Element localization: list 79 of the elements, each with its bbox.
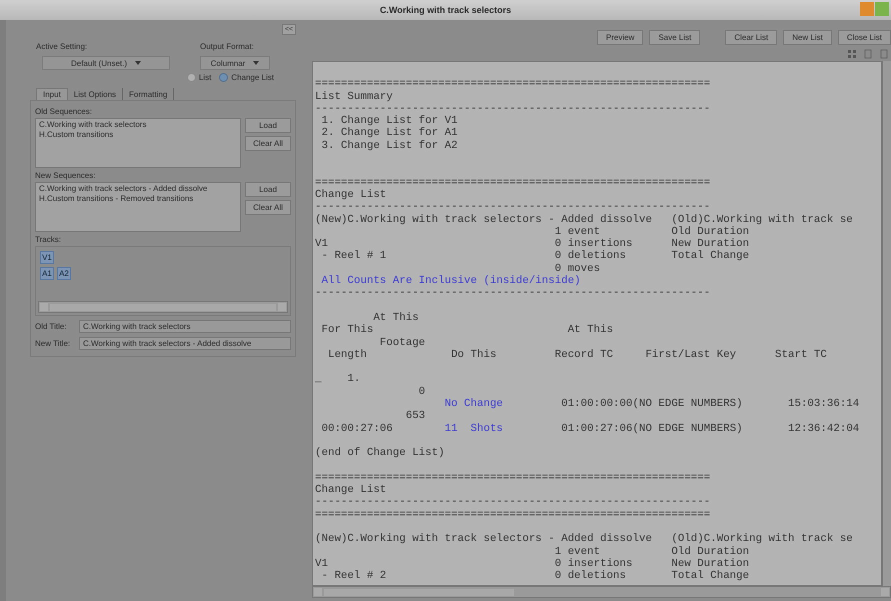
scrollbar[interactable]: [312, 586, 891, 598]
report-line: -------------------------------------------------------------: [315, 201, 712, 214]
radio-option[interactable]: Change List: [219, 73, 274, 82]
scrollbar[interactable]: [882, 61, 891, 586]
report-line: Change List: [315, 484, 388, 496]
report-line: -------------------------------------------------------------: [315, 287, 712, 300]
grid-icon[interactable]: [847, 49, 857, 59]
report-line: (end of Change List): [315, 447, 446, 460]
minimize-button[interactable]: [860, 2, 874, 16]
scroll-right-icon[interactable]: [278, 303, 286, 311]
toolbar-button[interactable]: Preview: [597, 30, 644, 45]
report-line: No Change 01:00:00:00(NO EDGE NUMBERS) 15:03:36:14: [444, 398, 860, 410]
report-line: All Counts Are Inclusive (inside/inside): [320, 275, 582, 288]
report-line: 653: [404, 410, 426, 423]
report-line: =============================================================: [315, 472, 712, 484]
setting-label: Active Setting:: [36, 42, 88, 51]
section-label: Tracks:: [35, 235, 62, 244]
report-line: 2. Change List for A1: [320, 127, 459, 140]
caret-icon: [253, 61, 260, 66]
scroll-left-icon[interactable]: [40, 303, 48, 311]
sequence-item[interactable]: C.Working with track selectors: [39, 120, 237, 130]
sequence-item[interactable]: C.Working with track selectors - Added dissolve: [39, 184, 237, 194]
toolbar-button[interactable]: New List: [783, 30, 832, 45]
report-line: (New)C.Working with track selectors - Added dissolve (Old)C.Working with track se: [315, 214, 854, 226]
dropdown[interactable]: Columnar: [200, 56, 270, 70]
track-button[interactable]: A1: [40, 267, 54, 280]
list-button[interactable]: Clear All: [245, 200, 291, 215]
toolbar-button[interactable]: Clear List: [725, 30, 778, 45]
report-line: Footage: [378, 336, 426, 349]
toolbar-button[interactable]: Close List: [838, 30, 891, 45]
radio-option[interactable]: List: [186, 73, 212, 82]
list-button[interactable]: Load: [245, 182, 291, 197]
report-line: At This: [372, 312, 420, 324]
sequence-item[interactable]: H.Custom transitions - Removed transitions: [39, 194, 237, 204]
window-title: C.Working with track selectors: [380, 5, 512, 15]
section-label: New Sequences:: [35, 171, 96, 180]
section-label: Old Sequences:: [35, 107, 93, 116]
field-label: New Title:: [35, 339, 72, 348]
caret-icon: [135, 61, 142, 66]
title-field[interactable]: C.Working with track selectors: [79, 320, 291, 333]
close-button[interactable]: [875, 2, 889, 16]
report-line: 00:00:27:06 11 Shots 01:00:27:06(NO EDGE NUMBERS) 12:36:42:04: [320, 422, 860, 435]
list-button[interactable]: Load: [245, 118, 291, 133]
report-line: Change List: [315, 188, 388, 202]
report-line: =============================================================: [315, 176, 712, 189]
report-line: For This At This: [320, 324, 614, 337]
report-line: Length Do This Record TC First/Last Key Start TC: [326, 348, 828, 362]
report-line: 1 event Old Duration: [554, 226, 750, 238]
report-line: - Reel # 1 0 deletions Total Change: [320, 250, 750, 263]
toolbar-button[interactable]: Save List: [649, 30, 700, 45]
tab[interactable]: Input: [36, 88, 68, 100]
report-line: -------------------------------------------------------------: [315, 102, 712, 115]
report-line: =============================================================: [315, 508, 712, 521]
report-line: V1 0 insertions New Duration: [315, 238, 750, 250]
report-line: 0: [418, 386, 426, 398]
report-line: (New)C.Working with track selectors - Added dissolve (Old)C.Working with track se: [315, 533, 854, 546]
report-line: 1. Change List for V1: [320, 115, 459, 128]
report-line: 3. Change List for A2: [320, 140, 459, 152]
list-button[interactable]: Clear All: [245, 136, 291, 151]
scrollbar[interactable]: [38, 301, 288, 313]
scroll-right-icon[interactable]: [881, 588, 889, 596]
track-button[interactable]: A2: [57, 267, 71, 280]
report-line: List Summary: [315, 90, 394, 103]
scroll-left-icon[interactable]: [314, 588, 322, 596]
setting-label: Output Format:: [200, 42, 255, 51]
report-line: _ 1.: [315, 373, 362, 386]
report-line: V1 0 insertions New Duration: [315, 558, 750, 570]
report-line: -------------------------------------------------------------: [315, 496, 712, 509]
tab[interactable]: List Options: [68, 88, 124, 100]
tab[interactable]: Formatting: [123, 88, 174, 100]
field-label: Old Title:: [35, 322, 68, 331]
title-field[interactable]: C.Working with track selectors - Added dissolve: [79, 337, 291, 350]
report-line: =============================================================: [315, 78, 712, 91]
report-line: - Reel # 2 0 deletions Total Change: [320, 570, 750, 582]
track-button[interactable]: V1: [40, 251, 54, 264]
dropdown[interactable]: Default (Unset.): [42, 56, 170, 70]
report-line: 1 event Old Duration: [554, 546, 750, 558]
report-line: 0 moves: [554, 262, 602, 275]
sequence-item[interactable]: H.Custom transitions: [39, 130, 237, 140]
